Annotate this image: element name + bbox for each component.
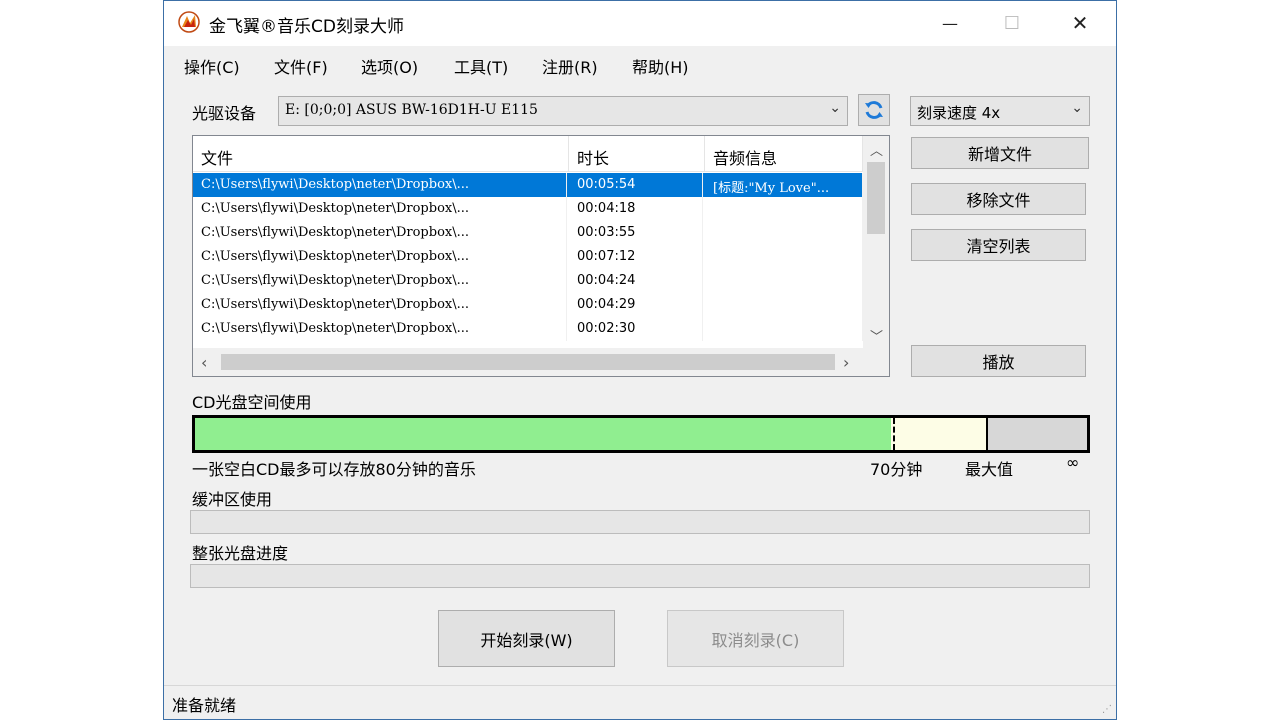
- cell-duration: 00:05:54: [569, 173, 703, 197]
- scroll-left-icon[interactable]: ‹: [201, 353, 207, 372]
- drive-select-value: E: [0;0;0] ASUS BW-16D1H-U E115: [285, 102, 538, 118]
- vertical-scrollbar[interactable]: ︿ ﹀: [863, 136, 889, 348]
- cd-usage-label: CD光盘空间使用: [192, 393, 312, 412]
- horizontal-scroll-thumb[interactable]: [221, 354, 835, 370]
- file-list[interactable]: 文件 时长 音频信息 C:\Users\flywi\Desktop\neter\…: [192, 135, 890, 377]
- menu-bar: 操作(C) 文件(F) 选项(O) 工具(T) 注册(R) 帮助(H): [164, 49, 1116, 81]
- cell-info: [标题:"My Love"...: [705, 173, 863, 197]
- cell-info: [705, 197, 863, 221]
- buffer-label: 缓冲区使用: [192, 490, 273, 509]
- scroll-up-icon[interactable]: ︿: [870, 140, 883, 159]
- play-button[interactable]: 播放: [911, 345, 1086, 377]
- table-row[interactable]: C:\Users\flywi\Desktop\neter\Dropbox\...…: [193, 173, 863, 197]
- cell-info: [705, 293, 863, 317]
- menu-operation[interactable]: 操作(C): [184, 54, 240, 78]
- menu-help[interactable]: 帮助(H): [632, 54, 689, 78]
- max-label: 最大值: [965, 460, 1014, 479]
- add-file-button[interactable]: 新增文件: [911, 137, 1089, 169]
- minimize-button[interactable]: —: [934, 9, 966, 37]
- disc-progress-bar: [190, 564, 1090, 588]
- app-logo-icon: [178, 11, 200, 33]
- drive-select[interactable]: E: [0;0;0] ASUS BW-16D1H-U E115 ⌄: [278, 96, 848, 126]
- refresh-button[interactable]: [858, 94, 890, 126]
- list-header: 文件 时长 音频信息: [193, 136, 863, 172]
- cell-file: C:\Users\flywi\Desktop\neter\Dropbox\...: [201, 317, 567, 341]
- status-text: 准备就绪: [172, 696, 237, 715]
- table-row[interactable]: C:\Users\flywi\Desktop\neter\Dropbox\...…: [193, 221, 863, 245]
- close-icon: ✕: [1071, 11, 1089, 35]
- cd-capacity-note: 一张空白CD最多可以存放80分钟的音乐: [192, 460, 476, 479]
- cell-duration: 00:03:55: [569, 221, 703, 245]
- disc-progress-label: 整张光盘进度: [192, 544, 289, 563]
- table-row[interactable]: C:\Users\flywi\Desktop\neter\Dropbox\...…: [193, 293, 863, 317]
- menu-options[interactable]: 选项(O): [361, 54, 418, 78]
- cell-file: C:\Users\flywi\Desktop\neter\Dropbox\...: [201, 245, 567, 269]
- scroll-right-icon[interactable]: ›: [843, 353, 849, 372]
- buffer-progress-bar: [190, 510, 1090, 534]
- cell-duration: 00:02:30: [569, 317, 703, 341]
- column-header-info[interactable]: 音频信息: [705, 136, 863, 172]
- cell-file: C:\Users\flywi\Desktop\neter\Dropbox\...: [201, 293, 567, 317]
- speed-select-value: 刻录速度 4x: [917, 104, 1001, 122]
- cell-info: [705, 317, 863, 341]
- mark-max: [986, 418, 988, 450]
- remove-file-button[interactable]: 移除文件: [911, 183, 1086, 215]
- cd-free-segment: [891, 418, 986, 450]
- status-bar: 准备就绪 ⋰: [164, 685, 1116, 719]
- vertical-scroll-thumb[interactable]: [867, 162, 885, 234]
- minimize-icon: —: [942, 13, 958, 33]
- cell-info: [705, 221, 863, 245]
- drive-label: 光驱设备: [192, 104, 257, 123]
- chevron-down-icon: ⌄: [829, 100, 841, 116]
- title-bar: 金飞翼®音乐CD刻录大师 — ☐ ✕: [164, 1, 1116, 46]
- menu-register[interactable]: 注册(R): [542, 54, 598, 78]
- mark-70-label: 70分钟: [870, 460, 923, 479]
- cd-usage-fill: [195, 418, 891, 450]
- resize-grip-icon[interactable]: ⋰: [1102, 704, 1112, 715]
- close-button[interactable]: ✕: [1064, 9, 1096, 37]
- menu-file[interactable]: 文件(F): [274, 54, 328, 78]
- menu-tools[interactable]: 工具(T): [454, 54, 508, 78]
- refresh-icon: [865, 101, 883, 119]
- cell-duration: 00:04:24: [569, 269, 703, 293]
- maximize-icon: ☐: [1003, 12, 1021, 34]
- cell-duration: 00:07:12: [569, 245, 703, 269]
- column-header-duration[interactable]: 时长: [569, 136, 705, 172]
- table-row[interactable]: C:\Users\flywi\Desktop\neter\Dropbox\...…: [193, 197, 863, 221]
- horizontal-scrollbar[interactable]: ‹ ›: [193, 348, 889, 376]
- cell-info: [705, 245, 863, 269]
- cell-file: C:\Users\flywi\Desktop\neter\Dropbox\...: [201, 197, 567, 221]
- mark-70-minutes: [893, 418, 895, 450]
- list-rows: C:\Users\flywi\Desktop\neter\Dropbox\...…: [193, 173, 863, 341]
- cell-file: C:\Users\flywi\Desktop\neter\Dropbox\...: [201, 221, 567, 245]
- window-title: 金飞翼®音乐CD刻录大师: [209, 17, 404, 37]
- scroll-down-icon[interactable]: ﹀: [870, 326, 883, 345]
- speed-select[interactable]: 刻录速度 4x ⌄: [910, 96, 1090, 126]
- cancel-burn-button[interactable]: 取消刻录(C): [667, 610, 844, 667]
- table-row[interactable]: C:\Users\flywi\Desktop\neter\Dropbox\...…: [193, 245, 863, 269]
- cell-file: C:\Users\flywi\Desktop\neter\Dropbox\...: [201, 269, 567, 293]
- app-window: 金飞翼®音乐CD刻录大师 — ☐ ✕ 操作(C) 文件(F) 选项(O) 工具(…: [163, 0, 1117, 720]
- clear-list-button[interactable]: 清空列表: [911, 229, 1086, 261]
- cell-duration: 00:04:18: [569, 197, 703, 221]
- cell-duration: 00:04:29: [569, 293, 703, 317]
- infinity-label: ∞: [1066, 453, 1080, 472]
- column-header-file[interactable]: 文件: [193, 136, 569, 172]
- table-row[interactable]: C:\Users\flywi\Desktop\neter\Dropbox\...…: [193, 269, 863, 293]
- table-row[interactable]: C:\Users\flywi\Desktop\neter\Dropbox\...…: [193, 317, 863, 341]
- start-burn-button[interactable]: 开始刻录(W): [438, 610, 615, 667]
- maximize-button[interactable]: ☐: [996, 9, 1028, 37]
- cell-info: [705, 269, 863, 293]
- cd-usage-bar: [192, 415, 1090, 453]
- cell-file: C:\Users\flywi\Desktop\neter\Dropbox\...: [201, 173, 567, 197]
- chevron-down-icon: ⌄: [1071, 100, 1083, 116]
